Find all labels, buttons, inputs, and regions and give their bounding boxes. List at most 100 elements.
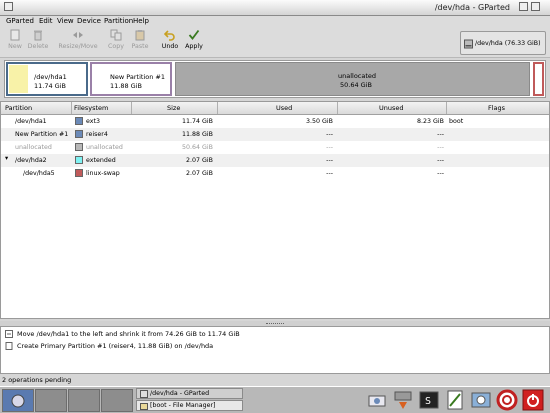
cell-used: --- (326, 131, 333, 138)
table-row[interactable]: /dev/hda5 linux-swap 2.07 GiB --- --- (1, 167, 549, 180)
menu-gparted[interactable]: GParted (6, 17, 34, 25)
minimize-button[interactable] (519, 2, 528, 11)
col-flags[interactable]: Flags (488, 104, 505, 112)
paste-icon (135, 30, 145, 41)
maximize-button[interactable] (531, 2, 540, 11)
cell-partition: /dev/hda5 (23, 170, 55, 177)
copy-icon (110, 29, 122, 41)
workspace-2[interactable] (35, 389, 67, 412)
cell-used: --- (326, 144, 333, 151)
col-size[interactable]: Size (167, 104, 180, 112)
partition-block-size: 11.74 GiB (34, 82, 66, 90)
workspace-1[interactable] (2, 389, 34, 412)
cell-filesystem: ext3 (86, 118, 100, 125)
gparted-task-icon (140, 390, 148, 398)
create-operation-icon (5, 342, 13, 350)
task-gparted[interactable]: /dev/hda - GParted (136, 388, 243, 399)
partition-block-unallocated[interactable]: unallocated 50.64 GiB (175, 62, 530, 96)
cell-used: --- (326, 170, 333, 177)
partition-block-hda2[interactable] (533, 62, 544, 96)
menu-device[interactable]: Device (77, 17, 101, 25)
menu-bar: GParted Edit View Device Partition Help (0, 16, 550, 28)
cell-size: 11.88 GiB (182, 131, 213, 138)
partition-tool-icon[interactable] (366, 389, 388, 411)
cell-used: --- (326, 157, 333, 164)
cell-filesystem: extended (86, 157, 116, 164)
task-file-manager[interactable]: [boot - File Manager] (136, 400, 243, 411)
cell-filesystem: linux-swap (86, 170, 120, 177)
col-unused[interactable]: Unused (379, 104, 404, 112)
cell-unused: 8.23 GiB (417, 118, 444, 125)
hard-disk-icon (464, 39, 473, 49)
menu-view[interactable]: View (57, 17, 74, 25)
table-row[interactable]: New Partition #1 reiser4 11.88 GiB --- --- (1, 128, 549, 141)
workspace-3[interactable] (68, 389, 100, 412)
menu-partition[interactable]: Partition (104, 17, 133, 25)
paste-button[interactable]: Paste (130, 29, 150, 50)
rescue-tool-icon[interactable] (392, 389, 414, 411)
cell-partition: /dev/hda2 (15, 157, 47, 164)
partition-block-size: 11.88 GiB (110, 82, 142, 90)
partition-block-size: 50.64 GiB (340, 81, 372, 89)
undo-label: Undo (161, 43, 179, 50)
cell-filesystem: unallocated (86, 144, 123, 151)
new-label: New (8, 43, 22, 50)
table-row[interactable]: unallocated unallocated 50.64 GiB --- --- (1, 141, 549, 154)
table-row[interactable]: ▾ /dev/hda2 extended 2.07 GiB --- --- (1, 154, 549, 167)
menu-edit[interactable]: Edit (39, 17, 53, 25)
resize-icon (73, 32, 83, 38)
pending-operations-list: Move /dev/hda1 to the left and shrink it… (0, 326, 550, 374)
delete-label: Delete (27, 43, 49, 50)
menu-help[interactable]: Help (133, 17, 149, 25)
operation-item[interactable]: Create Primary Partition #1 (reiser4, 11… (1, 340, 549, 352)
table-header: Partition Filesystem Size Used Unused Fl… (1, 102, 549, 115)
col-partition[interactable]: Partition (5, 104, 32, 112)
cell-size: 2.07 GiB (186, 170, 213, 177)
cell-flags: boot (449, 118, 464, 125)
partition-map: /dev/hda1 11.74 GiB New Partition #1 11.… (4, 60, 546, 98)
cell-unused: --- (437, 144, 444, 151)
cell-filesystem: reiser4 (86, 131, 108, 138)
status-text: 2 operations pending (2, 376, 72, 384)
hda1-used-fill (9, 65, 28, 93)
title-bar: /dev/hda - GParted (0, 0, 550, 16)
undo-icon (164, 30, 175, 41)
cell-partition: /dev/hda1 (15, 118, 47, 125)
copy-button[interactable]: Copy (106, 29, 126, 50)
apply-button[interactable]: Apply (184, 29, 204, 50)
delete-button[interactable]: Delete (26, 29, 50, 50)
undo-button[interactable]: Undo (160, 29, 180, 50)
terminal-icon[interactable]: S (418, 389, 440, 411)
expander-arrow-icon[interactable]: ▾ (5, 155, 8, 162)
partition-block-new-1[interactable]: New Partition #1 11.88 GiB (90, 62, 172, 96)
partition-block-hda1[interactable]: /dev/hda1 11.74 GiB (6, 62, 88, 96)
cell-partition: unallocated (15, 144, 52, 151)
screenshot-icon[interactable] (470, 389, 492, 411)
folder-task-icon (140, 403, 148, 410)
workspace-4[interactable] (101, 389, 133, 412)
cell-used: 3.50 GiB (306, 118, 333, 125)
filesystem-color-swatch (75, 143, 83, 151)
window-title: /dev/hda - GParted (434, 3, 510, 12)
device-selector[interactable]: /dev/hda (76.33 GiB) (460, 31, 546, 55)
cell-partition: New Partition #1 (15, 131, 69, 138)
start-menu-icon (11, 394, 25, 408)
paste-label: Paste (131, 43, 149, 50)
apply-label: Apply (185, 43, 203, 50)
resize-move-button[interactable]: Resize/Move (58, 29, 98, 50)
filesystem-color-swatch (75, 169, 83, 177)
editor-icon[interactable] (444, 389, 466, 411)
lifebuoy-icon[interactable] (496, 389, 518, 411)
task-label: /dev/hda - GParted (150, 390, 210, 397)
new-button[interactable]: New (5, 29, 25, 50)
operation-item[interactable]: Move /dev/hda1 to the left and shrink it… (1, 328, 549, 340)
cell-unused: --- (437, 157, 444, 164)
col-used[interactable]: Used (276, 104, 292, 112)
window-menu-button[interactable] (4, 2, 13, 11)
power-icon[interactable] (522, 389, 544, 411)
operation-text: Create Primary Partition #1 (reiser4, 11… (17, 342, 214, 350)
col-filesystem[interactable]: Filesystem (74, 104, 108, 112)
svg-text:S: S (425, 396, 431, 407)
table-row[interactable]: /dev/hda1 ext3 11.74 GiB 3.50 GiB 8.23 GiB bo… (1, 115, 549, 128)
copy-label: Copy (108, 43, 124, 50)
